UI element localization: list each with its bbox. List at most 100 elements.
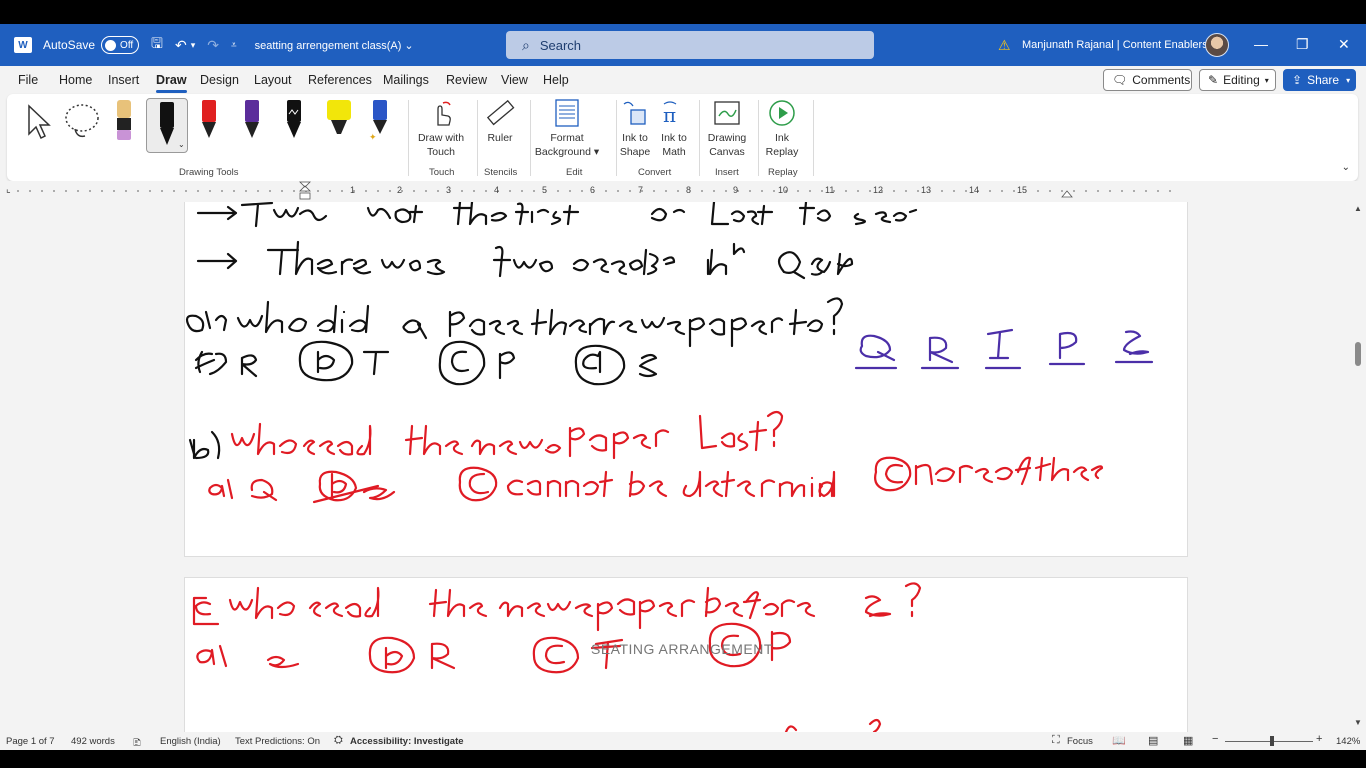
document-title[interactable]: seatting arrengement class(A) ⌄ [255, 39, 414, 52]
autosave-toggle[interactable]: Off [101, 36, 140, 54]
word-count[interactable]: 492 words [71, 736, 115, 747]
yellow-highlighter-icon[interactable] [325, 98, 353, 142]
collapse-ribbon-icon[interactable]: ⌄ [1342, 162, 1350, 173]
galaxy-pen-icon[interactable]: ✦ [368, 98, 392, 142]
comment-icon: 🗨 [1112, 73, 1128, 87]
editing-label: Editing [1223, 73, 1260, 87]
touch-hand-icon [411, 97, 471, 129]
scroll-down-icon[interactable]: ▼ [1354, 718, 1362, 727]
ink-to-math-button[interactable]: π Ink to Math [654, 97, 694, 159]
share-button[interactable]: ⇪ Share ▾ [1283, 69, 1356, 91]
zoom-level[interactable]: 142% [1336, 736, 1360, 747]
tab-references[interactable]: References [308, 73, 372, 87]
svg-text:✦: ✦ [369, 133, 377, 142]
drawing-canvas-label-2: Canvas [709, 146, 745, 158]
restore-icon[interactable]: ❐ [1296, 36, 1309, 53]
ink-to-shape-button[interactable]: Ink to Shape [615, 97, 655, 159]
left-indent-marker[interactable] [299, 181, 311, 202]
text-predictions-status[interactable]: Text Predictions: On [235, 736, 320, 747]
draw-with-touch-label-1: Draw with [417, 132, 465, 144]
purple-pen-icon[interactable] [242, 98, 262, 142]
close-icon[interactable]: ✕ [1338, 36, 1350, 53]
print-layout-icon[interactable]: ▤ [1148, 734, 1158, 747]
zoom-slider[interactable] [1225, 741, 1313, 742]
drawing-canvas-button[interactable]: Drawing Canvas [700, 97, 754, 159]
warning-icon[interactable]: ⚠ [998, 37, 1011, 54]
comments-button[interactable]: 🗨 Comments [1103, 69, 1192, 91]
document-canvas[interactable]: SEATING ARRANGEMENT [0, 202, 1366, 732]
ruler-number: 9 [733, 185, 739, 195]
ruler-number: 3 [446, 185, 452, 195]
watermark-text: SEATING ARRANGEMENT [591, 641, 773, 657]
ruler-number: 10 [778, 185, 789, 195]
customize-qat-icon[interactable]: ⩡ [231, 40, 237, 51]
status-bar: Page 1 of 7 492 words 🗈 English (India) … [0, 732, 1366, 750]
draw-with-touch-label-2: Touch [426, 146, 456, 158]
minimize-icon[interactable]: — [1254, 36, 1268, 52]
tab-home[interactable]: Home [59, 73, 92, 87]
ruler-ticks [17, 190, 1180, 192]
select-arrow-icon[interactable] [25, 104, 53, 140]
avatar[interactable] [1205, 33, 1229, 57]
save-icon[interactable]: 🖫 [151, 33, 163, 57]
tab-help[interactable]: Help [543, 73, 569, 87]
ink-replay-icon [757, 97, 807, 129]
language-indicator[interactable]: English (India) [160, 736, 221, 747]
format-bg-label-1: Format [550, 132, 584, 144]
scroll-thumb[interactable] [1355, 342, 1361, 366]
group-label-insert: Insert [715, 167, 739, 178]
editing-mode-button[interactable]: ✎ Editing ▾ [1199, 69, 1276, 91]
scroll-up-icon[interactable]: ▲ [1354, 204, 1362, 213]
page-count[interactable]: Page 1 of 7 [6, 736, 55, 747]
ribbon-separator [408, 100, 409, 176]
ruler-number: 7 [638, 185, 644, 195]
black-pencil-icon[interactable] [284, 98, 304, 142]
ruler-number: 14 [969, 185, 980, 195]
tab-layout[interactable]: Layout [254, 73, 292, 87]
drawing-canvas-icon [700, 97, 754, 129]
undo-dropdown-icon[interactable]: ▾ [191, 40, 196, 51]
undo-icon[interactable]: ↶ [175, 37, 187, 54]
tab-review[interactable]: Review [446, 73, 487, 87]
tab-draw[interactable]: Draw [156, 73, 187, 93]
toggle-knob [105, 39, 117, 51]
tab-design[interactable]: Design [200, 73, 239, 87]
group-label-convert: Convert [638, 167, 672, 178]
tab-insert[interactable]: Insert [108, 73, 139, 87]
group-label-touch: Touch [429, 167, 455, 178]
vertical-scrollbar[interactable]: ▲ ▼ [1350, 202, 1366, 732]
ink-replay-button[interactable]: Ink Replay [757, 97, 807, 159]
ink-to-shape-label-2: Shape [619, 146, 651, 158]
highlighter-pen-icon[interactable] [114, 98, 134, 142]
focus-icon: ⛶ [1052, 734, 1060, 746]
word-app-icon[interactable]: W [14, 37, 32, 53]
search-input[interactable]: ⌕ Search [506, 31, 874, 59]
web-layout-icon[interactable]: ▦ [1183, 734, 1193, 747]
pencil-icon: ✎ [1208, 73, 1219, 87]
ruler-button[interactable]: Ruler [470, 97, 530, 145]
right-indent-marker[interactable] [1061, 185, 1073, 199]
zoom-in-button[interactable]: + [1316, 733, 1322, 745]
zoom-slider-thumb[interactable] [1270, 736, 1274, 746]
ruler-number: 4 [494, 185, 500, 195]
chevron-down-icon: ▾ [1346, 75, 1351, 85]
ruler-number: 1 [350, 185, 356, 195]
tab-view[interactable]: View [501, 73, 528, 87]
ruler-number: 2 [397, 185, 403, 195]
account-name[interactable]: Manjunath Rajanal | Content Enablers [1022, 39, 1208, 51]
zoom-out-button[interactable]: − [1212, 733, 1218, 745]
focus-mode-button[interactable]: Focus [1067, 736, 1093, 747]
horizontal-ruler[interactable]: ⌞ 1 2 3 4 5 6 7 8 9 10 11 12 13 14 15 [0, 181, 1366, 202]
draw-with-touch-button[interactable]: Draw with Touch [411, 97, 471, 159]
lasso-select-icon[interactable] [63, 102, 103, 142]
tab-mailings[interactable]: Mailings [383, 73, 429, 87]
ruler-number: 6 [590, 185, 596, 195]
red-pen-icon[interactable] [199, 98, 219, 142]
format-background-button[interactable]: Format Background ▾ [529, 97, 605, 159]
tab-file[interactable]: File [18, 73, 38, 87]
selected-pen-black[interactable]: ⌄ [146, 98, 188, 153]
share-label: Share [1307, 73, 1340, 87]
accessibility-status[interactable]: Accessibility: Investigate [350, 736, 464, 747]
read-mode-icon[interactable]: 📖 [1112, 734, 1126, 747]
redo-icon[interactable]: ↷ [207, 37, 219, 54]
